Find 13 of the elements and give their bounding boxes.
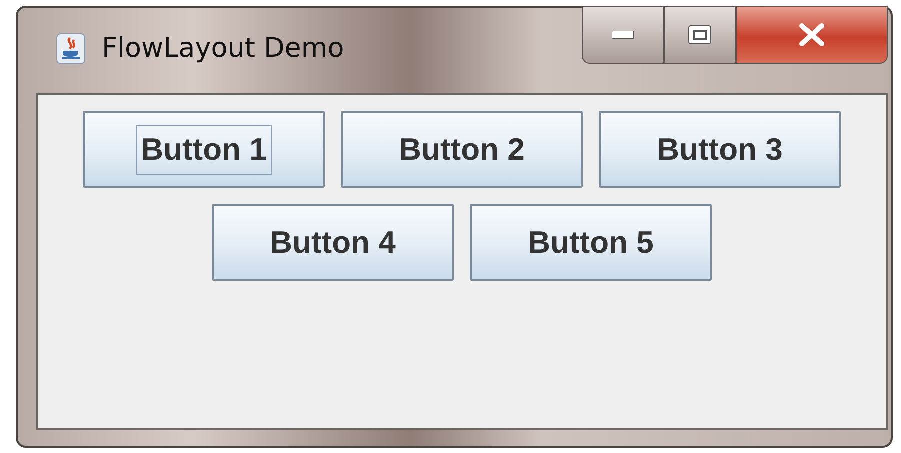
maximize-button[interactable] (664, 6, 736, 64)
push-button[interactable]: Button 2 (341, 111, 583, 188)
window-title: FlowLayout Demo (102, 33, 344, 64)
push-button[interactable]: Button 1 (83, 111, 325, 188)
push-button[interactable]: Button 4 (212, 204, 454, 281)
minimize-icon (612, 31, 634, 39)
push-button[interactable]: Button 3 (599, 111, 841, 188)
cup-icon (56, 32, 86, 64)
close-button[interactable] (736, 6, 888, 64)
maximize-icon (688, 25, 712, 45)
push-button[interactable]: Button 5 (470, 204, 712, 281)
close-icon (797, 23, 827, 47)
minimize-button[interactable] (582, 6, 664, 64)
